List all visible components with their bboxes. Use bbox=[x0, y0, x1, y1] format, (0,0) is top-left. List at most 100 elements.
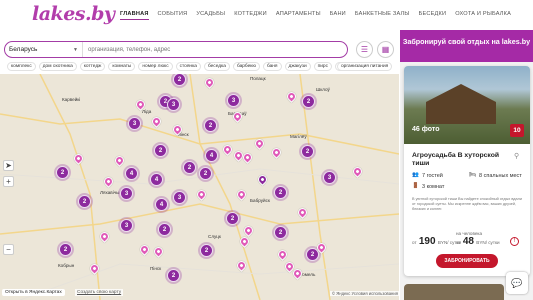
price-prefix: от bbox=[456, 240, 461, 245]
price-per-person-value: 48 bbox=[462, 236, 474, 247]
nav-item-cottages[interactable]: Коттеджи bbox=[234, 11, 267, 20]
grid-view-button[interactable]: ▦ bbox=[377, 41, 394, 58]
city-label: Магілёў bbox=[290, 134, 307, 139]
chip-gazebo[interactable]: беседка bbox=[203, 62, 230, 72]
search-bar: Беларусь ▼ bbox=[4, 41, 348, 58]
chip-jacuzzi[interactable]: джакузи bbox=[284, 62, 311, 72]
next-listing-card[interactable] bbox=[404, 284, 504, 300]
bed-icon: 🛏 bbox=[469, 172, 476, 178]
cluster-marker[interactable]: 3 bbox=[227, 94, 240, 107]
city-label: Ліда bbox=[142, 109, 152, 114]
nav-item-hunting-fishing[interactable]: Охота и рыбалка bbox=[455, 11, 511, 20]
guests-count: 7 гостей bbox=[422, 173, 443, 179]
zoom-out-button[interactable]: − bbox=[3, 244, 14, 255]
cluster-marker[interactable]: 3 bbox=[173, 191, 186, 204]
price-per-person: от 48 BYN/ сутки bbox=[456, 236, 500, 247]
nav-item-apartments[interactable]: Апартаменты bbox=[276, 11, 321, 20]
guests-icon: 👥 bbox=[412, 172, 419, 178]
city-label: Шклоў bbox=[316, 87, 330, 92]
region-select-value: Беларусь bbox=[9, 46, 38, 53]
price-per-person-unit: BYN/ сутки bbox=[476, 240, 500, 245]
chip-sauna[interactable]: баня bbox=[262, 62, 282, 72]
price-from: от 190 BYN/ сутки bbox=[412, 236, 461, 247]
create-map-link[interactable]: Создать свою карту bbox=[75, 289, 124, 296]
promo-banner[interactable]: Забронируй свой отдых на lakes.by bbox=[400, 30, 533, 62]
cluster-marker[interactable]: 2 bbox=[301, 145, 314, 158]
cluster-marker[interactable]: 2 bbox=[302, 95, 315, 108]
map-copyright[interactable]: © Яндекс Условия использования bbox=[330, 291, 400, 296]
location-pin-icon[interactable]: ⚲ bbox=[514, 152, 519, 160]
chip-lux-room[interactable]: номер люкс bbox=[138, 62, 173, 72]
cluster-marker[interactable]: 2 bbox=[183, 161, 196, 174]
nav-item-gazebos[interactable]: Беседки bbox=[419, 11, 447, 20]
cluster-marker[interactable]: 4 bbox=[150, 173, 163, 186]
city-label: Бабруйск bbox=[250, 198, 270, 203]
chip-pier[interactable]: пирс bbox=[313, 62, 332, 72]
chevron-down-icon: ▼ bbox=[73, 46, 78, 53]
cluster-marker[interactable]: 2 bbox=[158, 223, 171, 236]
grid-icon: ▦ bbox=[381, 45, 390, 54]
cluster-marker[interactable]: 2 bbox=[154, 144, 167, 157]
cluster-marker[interactable]: 2 bbox=[56, 166, 69, 179]
rooms-count: 3 комнат bbox=[422, 184, 445, 190]
cluster-marker[interactable]: 3 bbox=[323, 171, 336, 184]
nav-item-home[interactable]: Главная bbox=[120, 11, 149, 20]
house-image bbox=[426, 84, 496, 124]
cluster-marker[interactable]: 2 bbox=[226, 212, 239, 225]
cluster-marker[interactable]: 2 bbox=[78, 195, 91, 208]
book-button[interactable]: ЗАБРОНИРОВАТЬ bbox=[436, 254, 498, 268]
cluster-marker[interactable]: 4 bbox=[205, 149, 218, 162]
info-icon[interactable]: ! bbox=[510, 237, 519, 246]
price-value: 190 bbox=[418, 236, 436, 247]
amenity-chips: комплекс дом охотника коттедж комнаты но… bbox=[7, 62, 376, 72]
open-in-yandex-maps-link[interactable]: Открыть в Яндекс.Картах bbox=[2, 289, 65, 296]
geolocation-icon[interactable]: ➤ bbox=[3, 160, 14, 171]
cluster-marker[interactable]: 2 bbox=[204, 119, 217, 132]
price-prefix: от bbox=[412, 240, 417, 245]
listing-photo[interactable]: 46 фото 10 bbox=[404, 66, 530, 144]
city-label: Пінск bbox=[150, 266, 162, 271]
cluster-marker[interactable]: 3 bbox=[120, 219, 133, 232]
cluster-marker[interactable]: 2 bbox=[200, 244, 213, 257]
zoom-in-button[interactable]: + bbox=[3, 176, 14, 187]
cluster-marker[interactable]: 3 bbox=[128, 117, 141, 130]
cluster-marker[interactable]: 2 bbox=[59, 243, 72, 256]
city-label: Слуцк bbox=[208, 234, 221, 239]
cluster-marker[interactable]: 2 bbox=[274, 226, 287, 239]
map[interactable]: Карвейкі Ляхавічы Кобрын Мінск Ліда Бары… bbox=[0, 74, 399, 300]
nav-item-saunas[interactable]: Бани bbox=[330, 11, 346, 20]
city-label: Ляхавічы bbox=[100, 190, 120, 195]
city-label: Кобрын bbox=[58, 263, 75, 268]
photo-count: 46 фото bbox=[412, 126, 440, 133]
cluster-marker[interactable]: 4 bbox=[155, 198, 168, 211]
nav-item-banquet-halls[interactable]: Банкетные залы bbox=[355, 11, 410, 20]
city-label: Полацк bbox=[250, 76, 266, 81]
chip-catering[interactable]: организация питания bbox=[337, 62, 393, 72]
city-label: Карвейкі bbox=[62, 97, 81, 102]
listing-card[interactable]: 46 фото 10 Агроусадьба В хуторской тиши … bbox=[404, 66, 530, 276]
chip-cottage[interactable]: коттедж bbox=[79, 62, 106, 72]
cluster-marker[interactable]: 3 bbox=[167, 98, 180, 111]
chip-complex[interactable]: комплекс bbox=[7, 62, 36, 72]
chip-rooms[interactable]: комнаты bbox=[108, 62, 136, 72]
chip-barbecue[interactable]: барбекю bbox=[232, 62, 260, 72]
nav-item-events[interactable]: События bbox=[158, 11, 188, 20]
site-logo[interactable]: lakes.by bbox=[32, 3, 115, 25]
chip-hunter-house[interactable]: дом охотника bbox=[38, 62, 77, 72]
door-icon: 🚪 bbox=[412, 183, 419, 189]
region-select[interactable]: Беларусь ▼ bbox=[5, 42, 83, 57]
cluster-marker[interactable]: 2 bbox=[199, 167, 212, 180]
filter-button[interactable]: ☰ bbox=[356, 41, 373, 58]
search-input[interactable] bbox=[83, 42, 347, 57]
cluster-marker[interactable]: 2 bbox=[274, 186, 287, 199]
nav-item-estates[interactable]: Усадьбы bbox=[196, 11, 225, 20]
chat-icon[interactable]: 💬 bbox=[506, 272, 528, 294]
cluster-marker[interactable]: 3 bbox=[120, 187, 133, 200]
listing-title[interactable]: Агроусадьба В хуторской тиши bbox=[412, 152, 512, 168]
rating-badge: 10 bbox=[510, 124, 524, 137]
cluster-marker[interactable]: 4 bbox=[125, 167, 138, 180]
filter-icon: ☰ bbox=[360, 45, 369, 54]
beds-count: 8 спальных мест bbox=[479, 173, 522, 179]
cluster-marker[interactable]: 2 bbox=[167, 269, 180, 282]
chip-parking[interactable]: стоянка bbox=[175, 62, 201, 72]
